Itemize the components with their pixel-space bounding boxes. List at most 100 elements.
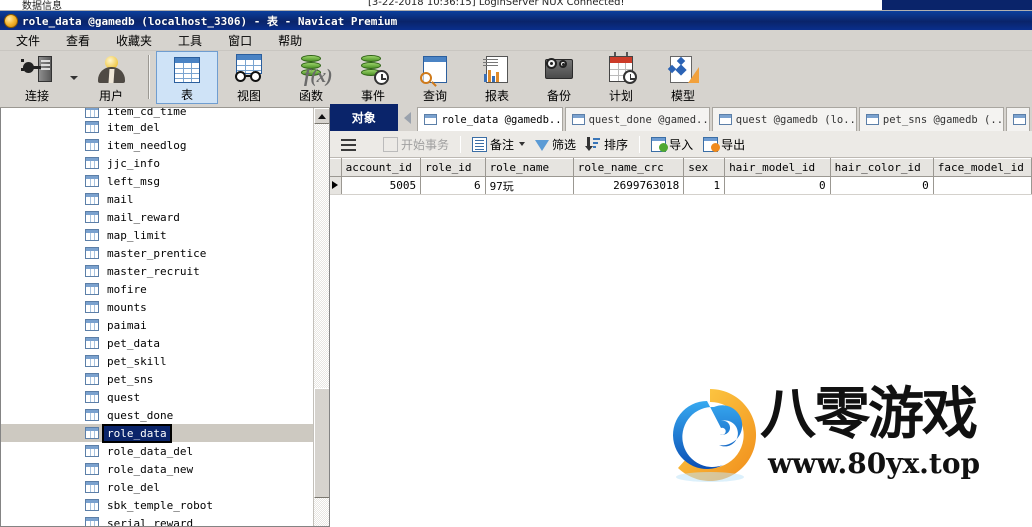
hamburger-menu-icon <box>341 138 356 151</box>
list-item[interactable]: left_msg <box>1 172 313 190</box>
toolbar-button-backup[interactable]: 备份 <box>528 51 590 104</box>
list-item[interactable]: role_del <box>1 478 313 496</box>
list-item[interactable]: role_data_new <box>1 460 313 478</box>
begin-transaction-label: 开始事务 <box>401 137 450 152</box>
list-item[interactable]: map_limit <box>1 226 313 244</box>
menu-item-favorites[interactable]: 收藏夹 <box>106 30 162 51</box>
column-header-hair-color-id[interactable]: hair_color_id <box>830 158 934 177</box>
column-header-sex[interactable]: sex <box>683 158 726 177</box>
tab-overflow[interactable] <box>1006 107 1030 131</box>
table-name: quest <box>107 390 141 404</box>
event-clock-icon <box>356 54 390 85</box>
toolbar-button-user[interactable]: 用户 <box>80 51 142 104</box>
tab-scroll-prev-button[interactable] <box>397 104 418 131</box>
sort-button[interactable]: 排序 <box>581 133 633 155</box>
list-item[interactable]: role_data_del <box>1 442 313 460</box>
tab-role-data[interactable]: role_data @gamedb... <box>417 107 563 131</box>
column-header-role-name[interactable]: role_name <box>485 158 574 177</box>
list-item[interactable]: master_prentice <box>1 244 313 262</box>
list-item[interactable]: quest_done <box>1 406 313 424</box>
toolbar-label-connection: 连接 <box>24 89 49 103</box>
import-button[interactable]: 导入 <box>646 133 698 155</box>
cell-sex[interactable]: 1 <box>683 176 726 195</box>
list-item[interactable]: serial_reward <box>1 514 313 526</box>
cell-hair-model-id[interactable]: 0 <box>724 176 831 195</box>
toolbar-button-query[interactable]: 查询 <box>404 51 466 104</box>
toolbar-button-model[interactable]: 模型 <box>652 51 714 104</box>
list-item[interactable]: mofire <box>1 280 313 298</box>
list-item-role-data-selected[interactable]: role_data <box>1 423 313 443</box>
data-grid[interactable]: account_id role_id role_name role_name_c… <box>330 158 1032 527</box>
list-item[interactable]: paimai <box>1 316 313 334</box>
menu-item-view[interactable]: 查看 <box>56 30 100 51</box>
cell-account-id[interactable]: 5005 <box>341 176 422 195</box>
list-item[interactable]: master_recruit <box>1 262 313 280</box>
background-right-text: [3-22-2018 10:36:15] LoginServer NUX Con… <box>368 0 625 8</box>
begin-transaction-button[interactable]: 开始事务 <box>378 133 454 155</box>
list-item[interactable]: mail <box>1 190 313 208</box>
menu-item-help[interactable]: 帮助 <box>268 30 312 51</box>
table-row[interactable]: 5005 6 97玩 2699763018 1 0 0 <box>330 176 1032 195</box>
cell-role-name[interactable]: 97玩 <box>485 176 574 195</box>
cell-role-name-crc[interactable]: 2699763018 <box>573 176 685 195</box>
toolbar-button-event[interactable]: 事件 <box>342 51 404 104</box>
column-header-role-id[interactable]: role_id <box>420 158 486 177</box>
column-header-account-id[interactable]: account_id <box>341 158 422 177</box>
toolbar-button-view[interactable]: 视图 <box>218 51 280 104</box>
window-title: role_data @gamedb (localhost_3306) - 表 -… <box>22 14 398 28</box>
grid-toolbar: 开始事务 备注 筛选 排序 导入 导出 <box>330 131 1032 158</box>
chevron-down-icon[interactable] <box>519 142 526 146</box>
toolbar-button-schedule[interactable]: 计划 <box>590 51 652 104</box>
list-item[interactable]: quest <box>1 388 313 406</box>
sort-label: 排序 <box>604 137 629 152</box>
toolbar-divider <box>639 135 641 153</box>
tab-objects[interactable]: 对象 <box>330 104 398 131</box>
sidebar-vertical-scrollbar[interactable] <box>313 108 329 526</box>
menu-item-file[interactable]: 文件 <box>6 30 50 51</box>
column-header-role-name-crc[interactable]: role_name_crc <box>573 158 685 177</box>
menu-item-window[interactable]: 窗口 <box>218 30 262 51</box>
toolbar-button-table[interactable]: 表 <box>156 51 218 104</box>
tab-pet-sns[interactable]: pet_sns @gamedb (... <box>858 107 1005 131</box>
list-item[interactable]: item_cd_time <box>1 108 313 118</box>
list-item[interactable]: pet_data <box>1 334 313 352</box>
cell-face-model-id[interactable] <box>933 176 1032 195</box>
toolbar-label-function: 函数 <box>298 89 323 103</box>
table-name: quest_done <box>107 408 174 422</box>
title-bar: role_data @gamedb (localhost_3306) - 表 -… <box>0 11 1032 30</box>
column-header-hair-model-id[interactable]: hair_model_id <box>724 158 831 177</box>
toolbar-button-connection[interactable]: 连接 <box>6 51 68 104</box>
toolbar-button-function[interactable]: f(x) 函数 <box>280 51 342 104</box>
cell-role-id[interactable]: 6 <box>420 176 486 195</box>
menu-item-tools[interactable]: 工具 <box>168 30 212 51</box>
list-item[interactable]: jjc_info <box>1 154 313 172</box>
connection-dropdown-arrow[interactable] <box>68 51 80 104</box>
list-item[interactable]: pet_skill <box>1 352 313 370</box>
export-button[interactable]: 导出 <box>698 133 750 155</box>
begin-transaction-icon <box>383 136 398 152</box>
tab-quest[interactable]: quest @gamedb (lo... <box>711 107 857 131</box>
column-header-face-model-id[interactable]: face_model_id <box>933 158 1032 177</box>
connection-icon <box>20 54 54 85</box>
list-item[interactable]: item_needlog <box>1 136 313 154</box>
toolbar-button-report[interactable]: 报表 <box>466 51 528 104</box>
scroll-up-arrow[interactable] <box>314 108 329 124</box>
tab-quest-done[interactable]: quest_done @gamed... <box>564 107 710 131</box>
list-item[interactable]: sbk_temple_robot <box>1 496 313 514</box>
table-name: role_data <box>102 423 172 443</box>
grid-menu-button[interactable] <box>336 133 364 155</box>
list-item[interactable]: pet_sns <box>1 370 313 388</box>
list-item[interactable]: mounts <box>1 298 313 316</box>
tables-list[interactable]: item_cd_time item_del item_needlog jjc_i… <box>1 108 313 526</box>
filter-button[interactable]: 筛选 <box>530 133 581 155</box>
table-icon <box>170 55 204 84</box>
view-glasses-icon <box>232 54 266 85</box>
list-item[interactable]: mail_reward <box>1 208 313 226</box>
note-button[interactable]: 备注 <box>467 133 530 155</box>
tab-strip: 对象 role_data @gamedb... quest_done @game… <box>330 104 1032 131</box>
list-item[interactable]: item_del <box>1 118 313 136</box>
table-name: item_cd_time <box>107 108 187 118</box>
cell-hair-color-id[interactable]: 0 <box>830 176 934 195</box>
table-icon <box>85 517 99 526</box>
scrollbar-thumb[interactable] <box>314 388 329 498</box>
